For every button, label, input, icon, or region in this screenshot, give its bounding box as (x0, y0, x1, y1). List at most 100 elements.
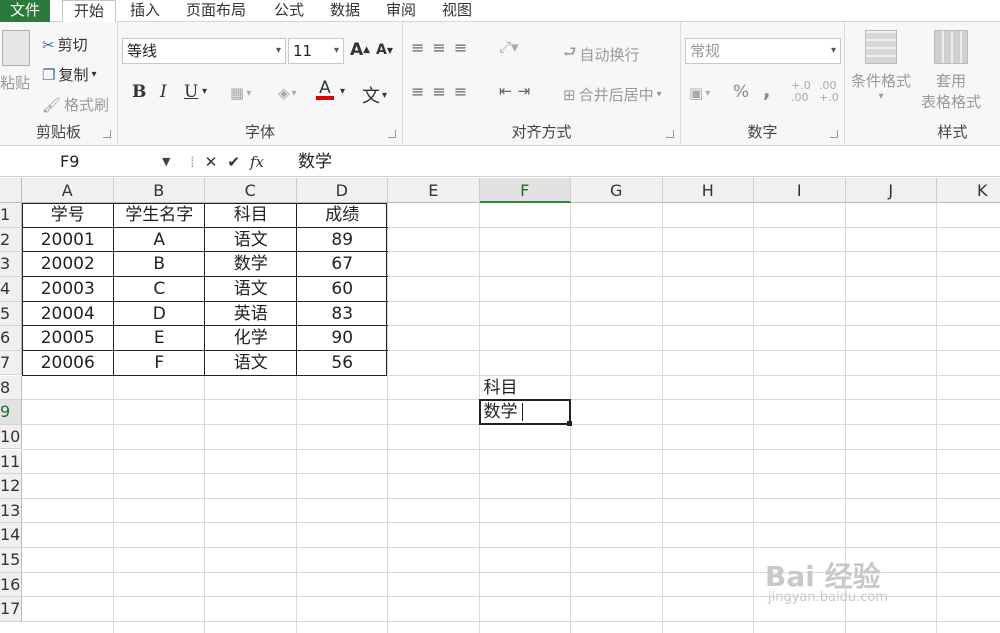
column-header-e[interactable]: E (388, 178, 480, 203)
bold-button[interactable]: B (132, 82, 146, 102)
alignment-launcher-icon[interactable] (666, 130, 674, 138)
table-cell[interactable]: 数学 (205, 252, 297, 276)
wrap-text-button[interactable]: ⮐ 自动换行 (563, 42, 640, 67)
row-header-11[interactable]: 11 (0, 449, 22, 475)
tab-insert[interactable]: 插入 (124, 0, 166, 22)
table-cell[interactable]: 语文 (205, 277, 297, 301)
table-cell[interactable]: B (114, 252, 206, 276)
tab-data[interactable]: 数据 (324, 0, 366, 22)
format-as-table-button[interactable]: 套用 表格格式 (921, 30, 981, 112)
row-header-2[interactable]: 2 (0, 227, 22, 253)
decrease-decimal-button[interactable]: .00 +.0 (819, 80, 843, 104)
table-cell[interactable]: 英语 (205, 302, 297, 326)
row-header-3[interactable]: 3 (0, 252, 22, 277)
row-header-6[interactable]: 6 (0, 326, 22, 351)
table-header-cell[interactable]: 科目 (205, 203, 297, 227)
table-cell[interactable]: 20004 (22, 302, 114, 326)
column-header-h[interactable]: H (662, 178, 754, 203)
indent-icons[interactable]: ⇤⇥ (499, 82, 536, 100)
column-header-d[interactable]: D (296, 178, 388, 203)
check-icon[interactable]: ✔ (227, 153, 240, 171)
copy-button[interactable]: ❐ 复制 ▾ (42, 64, 97, 85)
table-cell[interactable]: 56 (297, 351, 389, 375)
row-header-17[interactable]: 17 (0, 597, 22, 622)
chevron-down-icon[interactable]: ▾ (202, 86, 207, 97)
table-cell[interactable]: A (114, 228, 206, 252)
row-header-1[interactable]: 1 (0, 203, 22, 228)
formula-input[interactable]: 数学 (298, 150, 332, 174)
underline-button[interactable]: U (184, 82, 198, 102)
table-cell[interactable]: 化学 (205, 326, 297, 350)
table-cell[interactable]: D (114, 302, 206, 326)
tab-formulas[interactable]: 公式 (268, 0, 310, 22)
row-header-9[interactable]: 9 (0, 400, 22, 425)
paste-button[interactable]: 粘贴 (0, 30, 30, 93)
column-header-g[interactable]: G (571, 178, 663, 203)
column-header-a[interactable]: A (22, 178, 114, 203)
merge-center-button[interactable]: ⊞ 合并后居中 ▾ (563, 84, 662, 105)
table-header-cell[interactable]: 学生名字 (114, 203, 206, 227)
grow-font-button[interactable]: A ▲ (350, 40, 370, 60)
currency-button[interactable]: ▣ ▾ (689, 84, 710, 102)
font-size-select[interactable]: 11 ▾ (288, 38, 344, 64)
row-header-14[interactable]: 14 (0, 523, 22, 549)
row-header-5[interactable]: 5 (0, 301, 22, 327)
chevron-down-icon[interactable]: ▾ (340, 86, 345, 97)
column-header-c[interactable]: C (205, 178, 297, 203)
table-header-cell[interactable]: 学号 (22, 203, 114, 227)
row-header-16[interactable]: 16 (0, 572, 22, 598)
font-color-button[interactable]: A (316, 80, 334, 100)
table-cell[interactable]: C (114, 277, 206, 301)
increase-decimal-button[interactable]: +.0 .00 (791, 80, 815, 104)
number-format-select[interactable]: 常规 ▾ (685, 38, 841, 64)
chevron-down-icon[interactable]: ▼ (162, 150, 170, 174)
column-header-k[interactable]: K (937, 178, 1000, 203)
table-cell[interactable]: 89 (297, 228, 389, 252)
table-cell[interactable]: 60 (297, 277, 389, 301)
table-cell[interactable]: F (114, 351, 206, 375)
column-header-b[interactable]: B (113, 178, 205, 203)
tab-view[interactable]: 视图 (436, 0, 478, 22)
table-cell[interactable]: 20001 (22, 228, 114, 252)
row-header-10[interactable]: 10 (0, 424, 22, 450)
cancel-icon[interactable]: ✕ (205, 153, 218, 171)
row-header-8[interactable]: 8 (0, 375, 22, 401)
fill-handle[interactable] (567, 420, 572, 426)
horizontal-align-icons[interactable]: ≡≡≡ (411, 82, 475, 101)
font-name-select[interactable]: 等线 ▾ (122, 38, 286, 64)
cut-button[interactable]: ✂ 剪切 (42, 34, 88, 55)
column-header-f[interactable]: F (479, 178, 571, 203)
vertical-align-icons[interactable]: ≡≡≡ (411, 38, 475, 57)
table-cell[interactable]: 20005 (22, 326, 114, 350)
table-cell[interactable]: 20002 (22, 252, 114, 276)
tab-file[interactable]: 文件 (0, 0, 50, 22)
conditional-format-button[interactable]: 条件格式 ▾ (851, 30, 911, 102)
select-all-corner[interactable] (0, 178, 22, 203)
phonetic-button[interactable]: 文 ▾ (362, 82, 387, 108)
row-header-15[interactable]: 15 (0, 548, 22, 573)
row-header-7[interactable]: 7 (0, 350, 22, 376)
row-header-4[interactable]: 4 (0, 276, 22, 302)
table-cell[interactable]: 90 (297, 326, 389, 350)
border-button[interactable]: ▦ ▾ (230, 84, 251, 102)
tab-home[interactable]: 开始 (62, 0, 116, 23)
table-header-cell[interactable]: 成绩 (297, 203, 389, 227)
fill-color-button[interactable]: ◈ ▾ (278, 84, 297, 102)
column-header-i[interactable]: I (754, 178, 846, 203)
font-launcher-icon[interactable] (388, 130, 396, 138)
table-cell[interactable]: 83 (297, 302, 389, 326)
format-painter-button[interactable]: 🖌 格式刷 (42, 94, 109, 115)
shrink-font-button[interactable]: A ▼ (376, 42, 393, 58)
table-cell[interactable]: 语文 (205, 228, 297, 252)
comma-button[interactable]: , (763, 78, 771, 102)
italic-button[interactable]: I (160, 82, 167, 102)
orientation-icon[interactable]: ⤢▾ (499, 38, 519, 56)
column-header-j[interactable]: J (845, 178, 937, 203)
table-cell[interactable]: 20003 (22, 277, 114, 301)
row-header-13[interactable]: 13 (0, 498, 22, 524)
criteria-header-cell[interactable]: 科目 (480, 376, 572, 400)
table-cell[interactable]: 语文 (205, 351, 297, 375)
name-box[interactable]: F9 (0, 150, 178, 174)
table-cell[interactable]: 20006 (22, 351, 114, 375)
table-cell[interactable]: 67 (297, 252, 389, 276)
